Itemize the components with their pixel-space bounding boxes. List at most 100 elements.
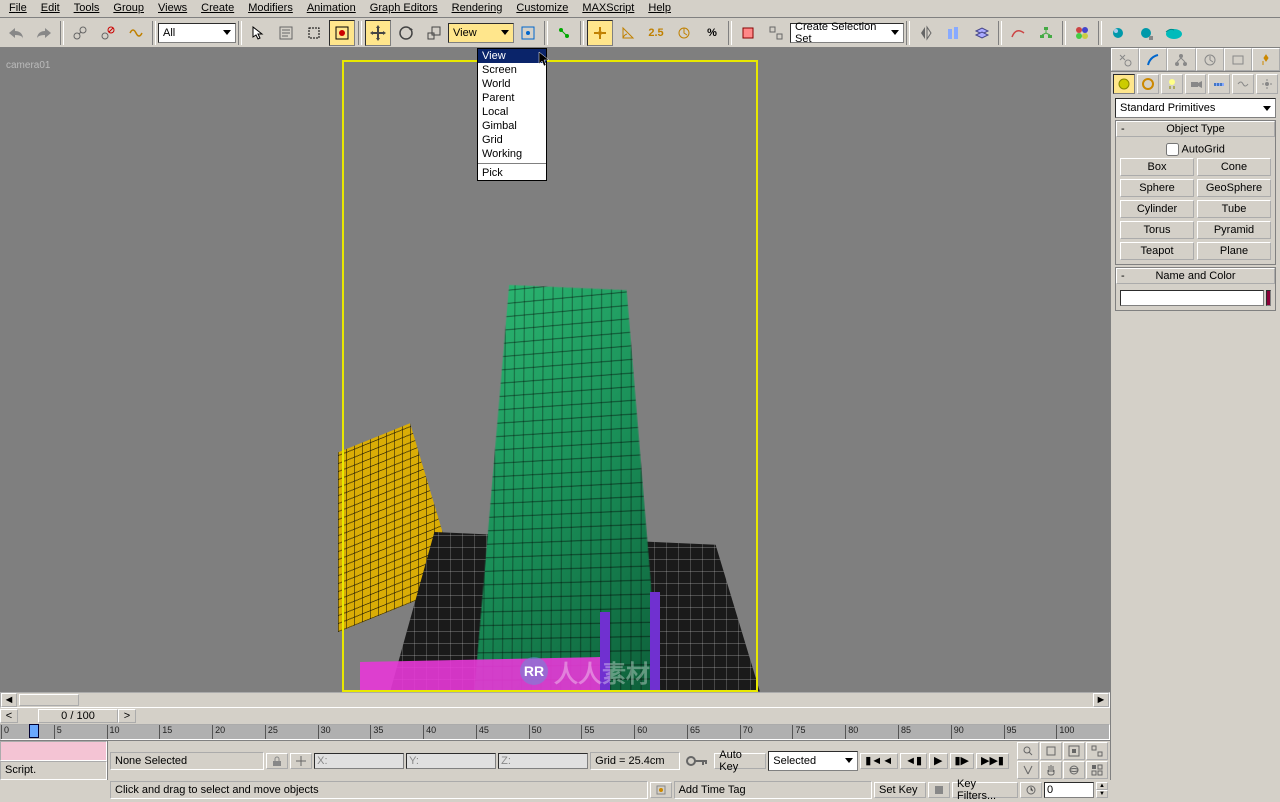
zoom-all-button[interactable] bbox=[1040, 742, 1062, 760]
quick-render-button[interactable] bbox=[1161, 20, 1187, 46]
refcoord-pick[interactable]: Pick bbox=[478, 166, 546, 180]
percent-icon[interactable]: % bbox=[699, 20, 725, 46]
helpers-subtab[interactable] bbox=[1208, 74, 1230, 94]
timeslider-next[interactable]: > bbox=[118, 709, 136, 723]
current-frame-field[interactable]: 0 bbox=[1044, 782, 1094, 798]
scroll-left-button[interactable]: ◄ bbox=[1, 693, 17, 707]
prev-frame-button[interactable]: ◄▮ bbox=[900, 753, 927, 769]
x-coord-field[interactable]: X: bbox=[314, 753, 404, 769]
menu-animation[interactable]: Animation bbox=[300, 0, 363, 17]
create-tab[interactable] bbox=[1111, 48, 1139, 71]
edit-named-sel-button[interactable] bbox=[735, 20, 761, 46]
maxscript-mini-listener[interactable] bbox=[0, 741, 107, 761]
menu-edit[interactable]: Edit bbox=[34, 0, 67, 17]
keymode-dropdown[interactable]: Selected bbox=[768, 751, 858, 771]
pyramid-button[interactable]: Pyramid bbox=[1197, 221, 1271, 239]
autogrid-checkbox[interactable]: AutoGrid bbox=[1120, 143, 1271, 156]
menu-modifiers[interactable]: Modifiers bbox=[241, 0, 300, 17]
named-selection-dropdown[interactable]: Create Selection Set bbox=[790, 23, 904, 43]
zoom-extents-button[interactable] bbox=[1063, 742, 1085, 760]
y-coord-field[interactable]: Y: bbox=[406, 753, 496, 769]
align-button[interactable] bbox=[941, 20, 967, 46]
pivot-center-button[interactable] bbox=[515, 20, 541, 46]
bind-spacewarp-button[interactable] bbox=[123, 20, 149, 46]
isolate-button[interactable] bbox=[650, 782, 672, 798]
refcoord-grid[interactable]: Grid bbox=[478, 133, 546, 147]
teapot-button[interactable]: Teapot bbox=[1120, 242, 1194, 260]
geometry-subtab[interactable] bbox=[1113, 74, 1135, 94]
layer-manager-button[interactable] bbox=[969, 20, 995, 46]
abs-rel-toggle[interactable] bbox=[290, 753, 312, 769]
shapes-subtab[interactable] bbox=[1137, 74, 1159, 94]
time-tag[interactable]: Add Time Tag bbox=[674, 781, 872, 799]
spinner-snap-button[interactable] bbox=[671, 20, 697, 46]
refcoord-local[interactable]: Local bbox=[478, 105, 546, 119]
goto-start-button[interactable]: ▮◄◄ bbox=[860, 753, 898, 769]
cameras-subtab[interactable] bbox=[1185, 74, 1207, 94]
menu-file[interactable]: File bbox=[2, 0, 34, 17]
pan-button[interactable] bbox=[1040, 761, 1062, 779]
name-color-header[interactable]: -Name and Color bbox=[1116, 268, 1275, 284]
percent-snap-button[interactable]: 2.5 bbox=[643, 20, 669, 46]
torus-button[interactable]: Torus bbox=[1120, 221, 1194, 239]
key-filters-button[interactable]: Key Filters... bbox=[952, 782, 1018, 798]
select-move-button[interactable] bbox=[365, 20, 391, 46]
zoom-extents-all-button[interactable] bbox=[1086, 742, 1108, 760]
cylinder-button[interactable]: Cylinder bbox=[1120, 200, 1194, 218]
script-input[interactable]: Script. bbox=[0, 761, 107, 781]
menu-grapheditors[interactable]: Graph Editors bbox=[363, 0, 445, 17]
fov-button[interactable] bbox=[1017, 761, 1039, 779]
refcoord-parent[interactable]: Parent bbox=[478, 91, 546, 105]
reference-coord-dropdown[interactable]: View bbox=[448, 23, 514, 43]
box-button[interactable]: Box bbox=[1120, 158, 1194, 176]
scroll-right-button[interactable]: ► bbox=[1093, 693, 1109, 707]
min-max-toggle-button[interactable] bbox=[1086, 761, 1108, 779]
angle-snap-button[interactable] bbox=[615, 20, 641, 46]
time-config-button[interactable] bbox=[1020, 782, 1042, 798]
refcoord-gimbal[interactable]: Gimbal bbox=[478, 119, 546, 133]
snap-toggle-button[interactable] bbox=[587, 20, 613, 46]
rect-select-region-button[interactable] bbox=[301, 20, 327, 46]
key-square-button[interactable] bbox=[928, 782, 950, 798]
cone-button[interactable]: Cone bbox=[1197, 158, 1271, 176]
refcoord-working[interactable]: Working bbox=[478, 147, 546, 161]
manipulate-button[interactable] bbox=[551, 20, 577, 46]
curve-editor-button[interactable] bbox=[1005, 20, 1031, 46]
render-setup-button[interactable] bbox=[1105, 20, 1131, 46]
menu-customize[interactable]: Customize bbox=[509, 0, 575, 17]
mirror-button[interactable] bbox=[913, 20, 939, 46]
timeslider-handle[interactable]: 0 / 100 bbox=[38, 709, 118, 723]
play-button[interactable]: ▶ bbox=[929, 753, 947, 769]
sphere-button[interactable]: Sphere bbox=[1120, 179, 1194, 197]
autokey-button[interactable]: Auto Key bbox=[714, 753, 766, 769]
refcoord-screen[interactable]: Screen bbox=[478, 63, 546, 77]
arc-rotate-button[interactable] bbox=[1063, 761, 1085, 779]
object-type-header[interactable]: -Object Type bbox=[1116, 121, 1275, 137]
time-slider[interactable]: < 0 / 100 > bbox=[0, 708, 1110, 724]
menu-rendering[interactable]: Rendering bbox=[445, 0, 510, 17]
timeslider-prev[interactable]: < bbox=[0, 709, 18, 723]
refcoord-view[interactable]: View bbox=[478, 49, 546, 63]
geosphere-button[interactable]: GeoSphere bbox=[1197, 179, 1271, 197]
select-rotate-button[interactable] bbox=[393, 20, 419, 46]
select-by-name-button[interactable] bbox=[273, 20, 299, 46]
menu-tools[interactable]: Tools bbox=[67, 0, 107, 17]
frame-spinner-up[interactable]: ▲ bbox=[1096, 782, 1108, 790]
menu-help[interactable]: Help bbox=[641, 0, 678, 17]
select-scale-button[interactable] bbox=[421, 20, 447, 46]
lights-subtab[interactable] bbox=[1161, 74, 1183, 94]
frame-spinner-down[interactable]: ▼ bbox=[1096, 790, 1108, 798]
link-button[interactable] bbox=[67, 20, 93, 46]
unlink-button[interactable] bbox=[95, 20, 121, 46]
named-sel-icon[interactable] bbox=[763, 20, 789, 46]
menu-group[interactable]: Group bbox=[106, 0, 151, 17]
menu-maxscript[interactable]: MAXScript bbox=[575, 0, 641, 17]
plane-button[interactable]: Plane bbox=[1197, 242, 1271, 260]
undo-button[interactable] bbox=[3, 20, 29, 46]
setkey-button[interactable]: Set Key bbox=[874, 782, 926, 798]
z-coord-field[interactable]: Z: bbox=[498, 753, 588, 769]
spacewarps-subtab[interactable] bbox=[1232, 74, 1254, 94]
timeline-ruler[interactable]: 0 5 10 15 20 25 30 35 40 45 50 55 60 65 … bbox=[0, 724, 1110, 740]
tube-button[interactable]: Tube bbox=[1197, 200, 1271, 218]
primitive-category-dropdown[interactable]: Standard Primitives bbox=[1115, 98, 1276, 118]
